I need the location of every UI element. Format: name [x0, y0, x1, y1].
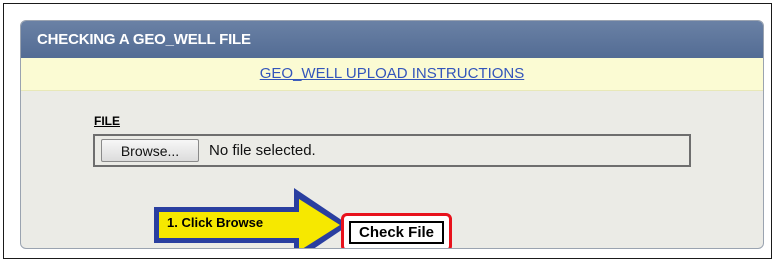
instructions-bar: GEO_WELL UPLOAD INSTRUCTIONS	[21, 58, 763, 91]
check-file-highlight: Check File	[341, 213, 452, 248]
check-file-panel: CHECKING A GEO_WELL FILE GEO_WELL UPLOAD…	[20, 20, 764, 249]
upload-instructions-link[interactable]: GEO_WELL UPLOAD INSTRUCTIONS	[260, 65, 525, 82]
panel-title: CHECKING A GEO_WELL FILE	[21, 21, 763, 58]
file-input[interactable]: Browse... No file selected.	[93, 134, 691, 167]
file-field-label: FILE	[94, 114, 120, 128]
file-status-text: No file selected.	[209, 142, 316, 159]
check-file-button[interactable]: Check File	[349, 221, 444, 244]
screenshot-frame: CHECKING A GEO_WELL FILE GEO_WELL UPLOAD…	[3, 3, 772, 259]
annotation-label: 1. Click Browse	[167, 215, 264, 230]
browse-button[interactable]: Browse...	[101, 139, 199, 162]
